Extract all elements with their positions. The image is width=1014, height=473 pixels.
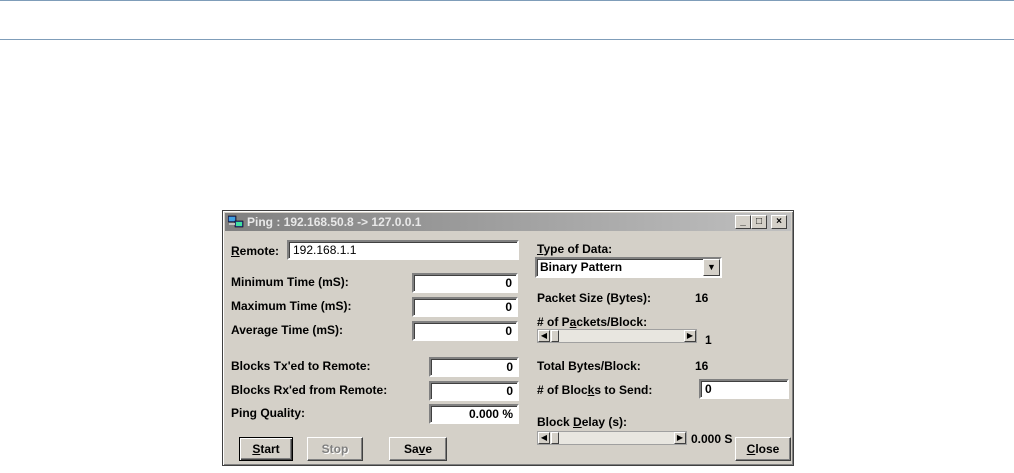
packet-size-label: Packet Size (Bytes): xyxy=(537,291,652,305)
avg-time-label: Average Time (mS): xyxy=(231,323,344,337)
packets-per-block-label: # of Packets/Block: xyxy=(537,315,648,329)
blocks-tx-value: 0 xyxy=(429,357,519,377)
start-button[interactable]: Start xyxy=(239,437,293,461)
block-delay-slider[interactable]: ◀ ▶ xyxy=(537,431,687,445)
scroll-right-icon[interactable]: ▶ xyxy=(674,432,686,444)
scroll-left-icon[interactable]: ◀ xyxy=(538,432,550,444)
type-of-data-select[interactable]: Binary Pattern ▼ xyxy=(535,257,722,278)
packet-size-value: 16 xyxy=(695,291,709,305)
window-title: Ping : 192.168.50.8 -> 127.0.0.1 xyxy=(247,215,422,229)
packets-per-block-value: 1 xyxy=(705,333,712,347)
type-of-data-label: Type of Data: xyxy=(537,242,613,256)
blocks-rx-value: 0 xyxy=(429,381,519,401)
total-bytes-value: 16 xyxy=(695,359,709,373)
remote-input[interactable] xyxy=(287,240,519,260)
scroll-right-icon[interactable]: ▶ xyxy=(684,330,696,342)
scroll-left-icon[interactable]: ◀ xyxy=(538,330,550,342)
slider-thumb[interactable] xyxy=(551,432,559,444)
blocks-rx-label: Blocks Rx'ed from Remote: xyxy=(231,383,388,397)
ping-quality-label: Ping Quality: xyxy=(231,406,306,420)
ping-quality-value: 0.000 % xyxy=(429,404,519,424)
slider-thumb[interactable] xyxy=(551,330,559,342)
dropdown-arrow-icon[interactable]: ▼ xyxy=(703,259,720,276)
packets-per-block-slider[interactable]: ◀ ▶ xyxy=(537,329,697,343)
close-button[interactable]: Close xyxy=(735,437,791,461)
blocks-to-send-input[interactable] xyxy=(699,379,789,399)
blocks-to-send-label: # of Blocks to Send: xyxy=(537,383,653,397)
minimize-button[interactable]: _ xyxy=(735,215,751,229)
maximize-button[interactable]: □ xyxy=(751,215,767,229)
block-delay-value: 0.000 S xyxy=(691,432,733,446)
close-window-button[interactable]: × xyxy=(771,215,787,229)
network-computers-icon xyxy=(228,215,244,228)
total-bytes-label: Total Bytes/Block: xyxy=(537,359,641,373)
min-time-value: 0 xyxy=(412,273,518,293)
top-rule xyxy=(0,0,1014,1)
blocks-tx-label: Blocks Tx'ed to Remote: xyxy=(231,359,371,373)
remote-label: Remote: xyxy=(231,244,280,258)
block-delay-label: Block Delay (s): xyxy=(537,415,628,429)
avg-time-value: 0 xyxy=(412,321,518,341)
max-time-label: Maximum Time (mS): xyxy=(231,299,352,313)
type-of-data-value: Binary Pattern xyxy=(540,260,623,274)
save-button[interactable]: Save xyxy=(389,437,447,461)
min-time-label: Minimum Time (mS): xyxy=(231,275,349,289)
stop-button[interactable]: Stop xyxy=(307,437,363,461)
title-bar[interactable]: Ping : 192.168.50.8 -> 127.0.0.1 _ □ × xyxy=(225,213,791,231)
header-rule xyxy=(0,39,1014,40)
ping-dialog: Ping : 192.168.50.8 -> 127.0.0.1 _ □ × R… xyxy=(222,210,794,466)
max-time-value: 0 xyxy=(412,297,518,317)
